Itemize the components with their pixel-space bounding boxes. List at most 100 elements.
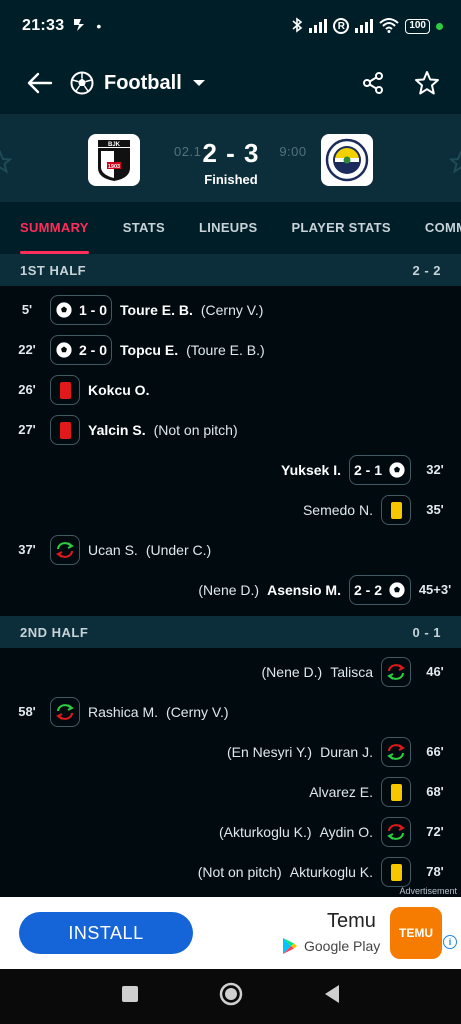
- yellow-card-icon: [390, 501, 402, 519]
- goal-score: 2 - 0: [79, 342, 108, 358]
- red-card-icon: [59, 381, 71, 399]
- event-minute: 32': [426, 462, 444, 477]
- yellow-card-icon: [390, 783, 402, 801]
- temu-logo: TEMU: [390, 907, 442, 959]
- half-score: 0 - 1: [412, 624, 441, 640]
- event-row[interactable]: (En Nesyri Y.) Duran J. 66': [0, 732, 461, 772]
- soccer-ball-icon: [388, 461, 406, 479]
- second-half-header: 2ND HALF 0 - 1: [0, 616, 461, 648]
- yellow-card-icon: [390, 863, 402, 881]
- triangle-back-icon: [324, 985, 339, 1003]
- soccer-ball-icon: [55, 301, 73, 319]
- recents-button[interactable]: [121, 985, 139, 1008]
- player-out: (En Nesyri Y.): [227, 744, 313, 760]
- football-icon: [70, 71, 94, 95]
- player-in: Rashica M.: [88, 704, 159, 720]
- yellow-card-badge: [381, 777, 411, 807]
- player-in: Ucan S.: [88, 542, 138, 558]
- star-icon: [415, 71, 439, 95]
- goal-score: 1 - 0: [79, 302, 108, 318]
- assist-name: (Cerny V.): [200, 302, 264, 318]
- google-play-icon: [283, 938, 297, 954]
- player-name: Semedo N.: [302, 502, 373, 518]
- assist-name: (Not on pitch): [197, 864, 282, 880]
- tab-commentary[interactable]: COMM: [425, 202, 461, 254]
- event-minute: 22': [18, 342, 36, 357]
- goal-badge: 2 - 0: [50, 335, 113, 365]
- back-nav-button[interactable]: [323, 984, 341, 1009]
- star-outline-icon: [0, 150, 12, 174]
- event-row[interactable]: 37' Ucan S. (Under C.): [0, 530, 461, 570]
- back-button[interactable]: [18, 61, 62, 105]
- substitution-badge: [381, 657, 411, 687]
- svg-text:BJK: BJK: [108, 142, 121, 148]
- away-team-logo[interactable]: [321, 134, 373, 186]
- assist-name: (Not on pitch): [153, 422, 238, 438]
- tab-stats[interactable]: STATS: [123, 202, 165, 254]
- player-in: Aydin O.: [319, 824, 373, 840]
- substitution-badge: [381, 737, 411, 767]
- event-row[interactable]: 26' Kokcu O.: [0, 370, 461, 410]
- player-out: (Akturkoglu K.): [218, 824, 312, 840]
- event-row[interactable]: Semedo N. 35': [0, 490, 461, 530]
- signal-icon-2: [355, 19, 374, 33]
- favorite-button[interactable]: [409, 65, 445, 101]
- event-row[interactable]: 27' Yalcin S. (Not on pitch): [0, 410, 461, 450]
- match-status: Finished: [204, 172, 258, 187]
- goal-badge: 1 - 0: [50, 295, 113, 325]
- player-in: Talisca: [330, 664, 373, 680]
- app-header: Football: [0, 52, 461, 114]
- event-minute: 26': [18, 382, 36, 397]
- home-team-logo[interactable]: BJK 1903: [88, 134, 140, 186]
- tab-lineups[interactable]: LINEUPS: [199, 202, 257, 254]
- player-name: Yalcin S.: [88, 422, 146, 438]
- goal-badge: 2 - 2: [348, 575, 411, 605]
- tab-summary[interactable]: SUMMARY: [20, 202, 89, 254]
- player-name: Toure E. B.: [120, 302, 193, 318]
- goal-score: 2 - 2: [353, 582, 382, 598]
- event-row[interactable]: (Not on pitch) Akturkoglu K. 78': [0, 852, 461, 892]
- share-button[interactable]: [355, 65, 391, 101]
- event-minute: 27': [18, 422, 36, 437]
- arrow-left-icon: [27, 72, 53, 94]
- signal-icon: [309, 19, 328, 33]
- tab-player-stats[interactable]: PLAYER STATS: [291, 202, 390, 254]
- sport-selector[interactable]: Football: [70, 71, 206, 95]
- event-row[interactable]: 22' 2 - 0 Topcu E. (Toure E. B.): [0, 330, 461, 370]
- red-card-badge: [50, 375, 80, 405]
- half-score: 2 - 2: [412, 262, 441, 278]
- player-in: Duran J.: [320, 744, 373, 760]
- event-row[interactable]: Alvarez E. 68': [0, 772, 461, 812]
- roaming-icon: R: [333, 18, 350, 34]
- store-name: Google Play: [304, 938, 381, 954]
- assist-name: (Toure E. B.): [186, 342, 265, 358]
- event-row[interactable]: (Akturkoglu K.) Aydin O. 72': [0, 812, 461, 852]
- player-name: Topcu E.: [120, 342, 179, 358]
- star-outline-icon: [449, 150, 461, 174]
- svg-text:1903: 1903: [108, 164, 120, 170]
- final-score: 2 - 3: [202, 138, 260, 168]
- event-minute: 58': [18, 704, 36, 719]
- event-minute: 37': [18, 542, 36, 557]
- event-row[interactable]: 5' 1 - 0 Toure E. B. (Cerny V.): [0, 290, 461, 330]
- home-button[interactable]: [219, 982, 243, 1011]
- red-card-icon: [59, 421, 71, 439]
- assist-name: (Nene D.): [198, 582, 260, 598]
- match-score-header: BJK 1903 02.1 9:00 2 - 3 Finished: [0, 114, 461, 202]
- besiktas-crest: BJK 1903: [98, 140, 130, 181]
- ad-banner[interactable]: INSTALL Temu Google Play TEMU i: [0, 897, 461, 969]
- goal-score: 2 - 1: [353, 462, 382, 478]
- event-row[interactable]: 58' Rashica M. (Cerny V.): [0, 692, 461, 732]
- install-button[interactable]: INSTALL: [19, 912, 193, 954]
- event-minute: 72': [426, 824, 444, 839]
- event-row[interactable]: (Nene D.) Asensio M. 2 - 2 45+3': [0, 570, 461, 610]
- half-label: 2ND HALF: [20, 624, 89, 640]
- event-row[interactable]: Yuksek I. 2 - 1 32': [0, 450, 461, 490]
- ad-info-icon[interactable]: i: [443, 935, 457, 949]
- status-time: 21:33: [22, 17, 65, 34]
- red-card-badge: [50, 415, 80, 445]
- battery-icon: 100: [405, 18, 430, 34]
- half-label: 1ST HALF: [20, 262, 87, 278]
- player-name: Asensio M.: [267, 582, 341, 598]
- event-row[interactable]: (Nene D.) Talisca 46': [0, 652, 461, 692]
